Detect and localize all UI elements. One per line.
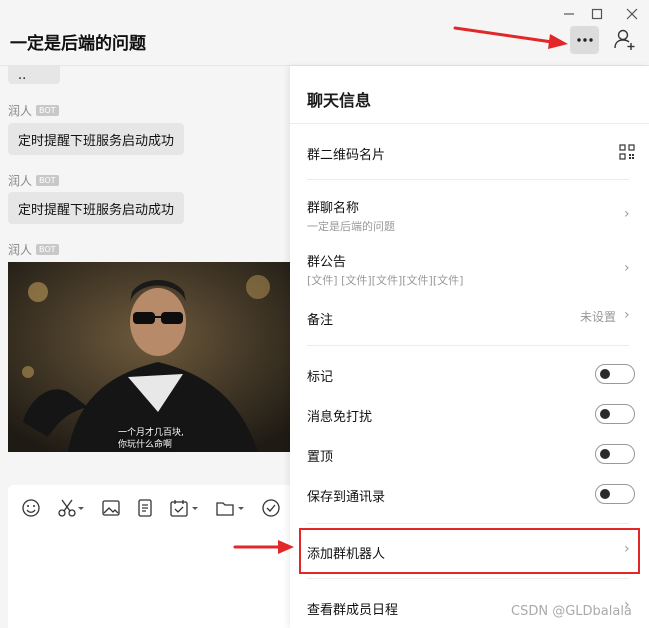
chevron-down-icon[interactable] [236,497,246,519]
toggle-label-mark: 标记 [307,370,334,385]
chevron-right-icon[interactable]: › [624,260,630,276]
emoji-icon[interactable] [20,497,42,519]
chevron-down-icon[interactable] [76,497,86,519]
mark-toggle[interactable] [595,364,635,384]
mute-toggle[interactable] [595,404,635,424]
meme-image [8,262,290,452]
chevron-down-icon[interactable] [190,497,200,519]
toggle-knob [600,449,610,459]
message-bubble: .. [8,66,60,84]
document-icon[interactable] [134,497,156,519]
minimize-icon[interactable] [558,4,580,24]
message-sender: 润人 BOT [8,172,59,189]
remark-value: 未设置 [580,310,617,324]
add-group-bot-row[interactable]: 添加群机器人 [307,543,385,562]
pin-toggle[interactable] [595,444,635,464]
remark-label[interactable]: 备注 [307,309,333,328]
image-icon[interactable] [100,497,122,519]
divider [307,578,629,579]
sender-name: 润人 [8,174,33,188]
bot-badge: BOT [36,105,59,116]
message-bubble: 定时提醒下班服务启动成功 [8,123,185,155]
sender-name: 润人 [8,243,33,257]
save-contacts-toggle[interactable] [595,484,635,504]
maximize-icon[interactable] [586,4,608,24]
folder-icon[interactable] [214,497,236,519]
input-toolbar [8,497,298,519]
group-notice-value: [文件] [文件][文件][文件][文件] [307,274,464,287]
chat-info-panel: 聊天信息 群二维码名片 群聊名称 一定是后端的问题 › 群公告 [文件] [文件… [290,66,649,628]
divider [307,345,629,346]
bot-badge: BOT [36,244,59,255]
toggle-label-save-contacts: 保存到通讯录 [307,490,386,505]
chat-message-area[interactable]: .. 润人 BOT 定时提醒下班服务启动成功 润人 BOT 定时提醒下班服务启动… [0,66,290,486]
schedule-icon[interactable] [168,497,190,519]
group-name-label[interactable]: 群聊名称 [307,197,359,216]
toggle-knob [600,489,610,499]
more-icon [576,38,593,42]
qr-card-row[interactable]: 群二维码名片 [307,144,385,163]
message-sender: 润人 BOT [8,241,59,258]
toggle-knob [600,369,610,379]
screenshot-scissors-icon[interactable] [56,497,78,519]
bot-badge: BOT [36,175,59,186]
add-member-icon[interactable] [612,27,638,53]
qr-code-icon[interactable] [619,144,635,160]
toggle-label-mute: 消息免打扰 [307,410,373,425]
toggle-label-pin: 置顶 [307,450,334,465]
toggle-knob [600,409,610,419]
sender-name: 润人 [8,104,33,118]
title-bar: 一定是后端的问题 [0,0,649,66]
chevron-right-icon[interactable]: › [624,307,630,323]
message-bubble: 定时提醒下班服务启动成功 [8,192,185,224]
watermark: CSDN @GLDbalala [511,604,632,619]
message-sender: 润人 BOT [8,102,59,119]
chevron-right-icon[interactable]: › [624,541,630,557]
member-schedule-row[interactable]: 查看群成员日程 [307,599,398,618]
close-icon[interactable] [621,4,643,24]
message-input-area[interactable] [8,485,298,628]
divider [290,123,649,124]
more-options-button[interactable] [570,26,599,54]
divider [307,179,629,180]
group-name-value: 一定是后端的问题 [307,220,395,233]
panel-title: 聊天信息 [307,91,372,110]
image-caption: 你玩什么命啊 [118,440,173,450]
group-notice-label[interactable]: 群公告 [307,251,346,270]
divider [307,523,629,524]
chevron-right-icon[interactable]: › [624,206,630,222]
chat-title: 一定是后端的问题 [10,34,146,54]
image-message[interactable]: 一个月才几百块, 你玩什么命啊 [8,262,290,452]
check-circle-icon[interactable] [260,497,282,519]
